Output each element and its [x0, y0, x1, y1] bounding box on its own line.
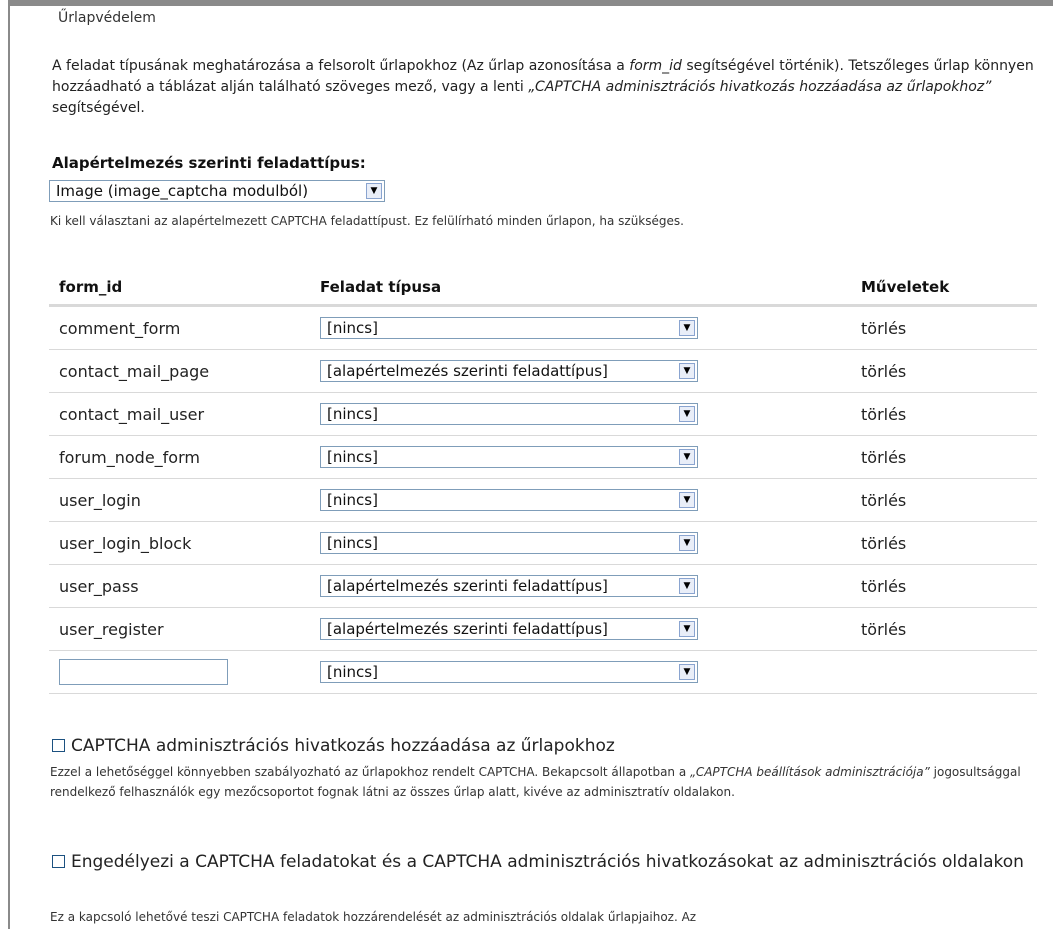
default-challenge-select[interactable]: Image (image_captcha modulból) ▼ [49, 180, 385, 202]
challenge-type-value: [alapértelmezés szerinti feladattípus] [327, 620, 608, 638]
chevron-down-icon[interactable]: ▼ [679, 363, 695, 379]
challenge-type-value: [nincs] [327, 405, 378, 423]
delete-link[interactable]: törlés [861, 319, 906, 338]
delete-link[interactable]: törlés [861, 491, 906, 510]
captcha-settings-page: Űrlapvédelem A feladat típusának meghatá… [10, 6, 1053, 929]
challenge-type-select[interactable]: [alapértelmezés szerinti feladattípus] ▼ [320, 360, 698, 382]
description-link-reference: „CAPTCHA adminisztrációs hivatkozás hozz… [528, 79, 992, 95]
default-challenge-help: Ki kell választani az alapértelmezett CA… [50, 214, 684, 228]
help-text: Ezzel a lehetőséggel könnyebben szabályo… [50, 765, 691, 779]
help-permission-name: „CAPTCHA beállítások adminisztrációja” [690, 765, 930, 779]
challenge-type-value: [alapértelmezés szerinti feladattípus] [327, 362, 608, 380]
table-row: user_login [nincs] ▼ törlés [49, 479, 1037, 522]
description-text: segítségével. [52, 100, 145, 116]
description-form-id: form_id [629, 58, 682, 74]
admin-pages-help: Ez a kapcsoló lehetővé teszi CAPTCHA fel… [50, 910, 697, 924]
challenge-type-value: [alapértelmezés szerinti feladattípus] [327, 577, 608, 595]
challenge-type-select[interactable]: [alapértelmezés szerinti feladattípus] ▼ [320, 575, 698, 597]
challenge-type-select[interactable]: [nincs] ▼ [320, 403, 698, 425]
chevron-down-icon[interactable]: ▼ [679, 449, 695, 465]
form-id-cell: user_pass [59, 577, 139, 596]
chevron-down-icon[interactable]: ▼ [366, 183, 382, 199]
chevron-down-icon[interactable]: ▼ [679, 406, 695, 422]
delete-link[interactable]: törlés [861, 577, 906, 596]
challenge-type-select[interactable]: [nincs] ▼ [320, 446, 698, 468]
form-challenge-table: form_id Feladat típusa Műveletek comment… [49, 268, 1037, 694]
description-text: A feladat típusának meghatározása a fels… [52, 58, 630, 74]
delete-link[interactable]: törlés [861, 448, 906, 467]
challenge-type-select[interactable]: [nincs] ▼ [320, 489, 698, 511]
challenge-type-value: [nincs] [327, 491, 378, 509]
new-form-id-input[interactable] [59, 659, 228, 685]
chevron-down-icon[interactable]: ▼ [679, 492, 695, 508]
challenge-type-value: [nincs] [327, 534, 378, 552]
column-header-challenge-type: Feladat típusa [320, 278, 442, 296]
admin-links-checkbox-label[interactable]: CAPTCHA adminisztrációs hivatkozás hozzá… [71, 736, 615, 756]
form-id-cell: comment_form [59, 319, 181, 338]
admin-links-help: Ezzel a lehetőséggel könnyebben szabályo… [50, 762, 1040, 802]
table-row: user_register [alapértelmezés szerinti fe… [49, 608, 1037, 651]
table-row: contact_mail_user [nincs] ▼ törlés [49, 393, 1037, 436]
challenge-type-value: [nincs] [327, 448, 378, 466]
window-frame-left [0, 0, 10, 929]
table-row: user_pass [alapértelmezés szerinti felada… [49, 565, 1037, 608]
challenge-type-select[interactable]: [nincs] ▼ [320, 532, 698, 554]
challenge-type-select[interactable]: [nincs] ▼ [320, 317, 698, 339]
table-row: user_login_block [nincs] ▼ törlés [49, 522, 1037, 565]
chevron-down-icon[interactable]: ▼ [679, 664, 695, 680]
form-id-cell: user_login [59, 491, 141, 510]
delete-link[interactable]: törlés [861, 620, 906, 639]
admin-pages-checkbox-label[interactable]: Engedélyezi a CAPTCHA feladatokat és a C… [71, 852, 1024, 872]
form-protection-description: A feladat típusának meghatározása a fels… [52, 56, 1042, 119]
challenge-type-value: [nincs] [327, 319, 378, 337]
challenge-type-select[interactable]: [nincs] ▼ [320, 661, 698, 683]
delete-link[interactable]: törlés [861, 405, 906, 424]
chevron-down-icon[interactable]: ▼ [679, 320, 695, 336]
delete-link[interactable]: törlés [861, 534, 906, 553]
table-row: forum_node_form [nincs] ▼ törlés [49, 436, 1037, 479]
admin-links-checkbox-row[interactable]: CAPTCHA adminisztrációs hivatkozás hozzá… [52, 734, 615, 758]
challenge-type-select[interactable]: [alapértelmezés szerinti feladattípus] ▼ [320, 618, 698, 640]
fieldset-legend: Űrlapvédelem [58, 10, 156, 26]
form-id-cell: user_register [59, 620, 164, 639]
table-row: contact_mail_page [alapértelmezés szerint… [49, 350, 1037, 393]
default-challenge-label: Alapértelmezés szerinti feladattípus: [52, 154, 366, 172]
form-id-cell: forum_node_form [59, 448, 200, 467]
checkbox-icon[interactable] [52, 739, 65, 752]
admin-pages-checkbox-row[interactable]: Engedélyezi a CAPTCHA feladatokat és a C… [52, 848, 1032, 876]
default-challenge-value: Image (image_captcha modulból) [56, 182, 309, 200]
chevron-down-icon[interactable]: ▼ [679, 621, 695, 637]
challenge-type-value: [nincs] [327, 663, 378, 681]
column-header-operations: Műveletek [861, 278, 950, 296]
table-row: comment_form [nincs] ▼ törlés [49, 307, 1037, 350]
table-row-new: [nincs] ▼ [49, 651, 1037, 694]
chevron-down-icon[interactable]: ▼ [679, 535, 695, 551]
form-id-cell: user_login_block [59, 534, 192, 553]
delete-link[interactable]: törlés [861, 362, 906, 381]
form-id-cell: contact_mail_user [59, 405, 205, 424]
form-id-cell: contact_mail_page [59, 362, 210, 381]
column-header-form-id: form_id [59, 278, 123, 296]
chevron-down-icon[interactable]: ▼ [679, 578, 695, 594]
table-header: form_id Feladat típusa Műveletek [49, 268, 1037, 307]
checkbox-icon[interactable] [52, 855, 65, 868]
